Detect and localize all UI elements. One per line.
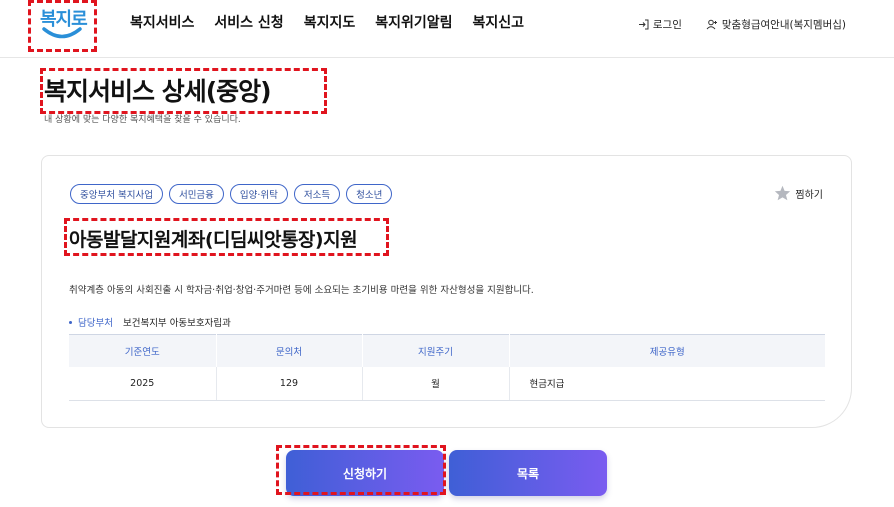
bookmark-label: 찜하기 [795,189,823,201]
department-label-text: 담당부처 [78,318,113,329]
nav-crisis-alert[interactable]: 복지위기알림 [375,12,452,32]
tag[interactable]: 저소득 [293,184,341,204]
page-title: 복지서비스 상세(중앙) [44,77,272,106]
table-cell: 월 [362,366,510,401]
department-info: 담당부처 보건복지부 아동보호자립과 [69,315,231,329]
table-header-row: 기준연도 문의처 지원주기 제공유형 [69,334,825,367]
nav-welfare-map[interactable]: 복지지도 [304,12,356,32]
bookmark-button[interactable]: 찜하기 [774,185,823,201]
site-header: 복지로 복지서비스 서비스 신청 복지지도 복지위기알림 복지신고 로그인 맞춤… [0,0,894,58]
apply-button[interactable]: 신청하기 [286,450,444,496]
service-detail-card: 중앙부처 복지사업 서민금융 입양·위탁 저소득 청소년 찜하기 아동발달지원계… [41,155,852,428]
tag[interactable]: 입양·위탁 [229,184,288,204]
nav-welfare-report[interactable]: 복지신고 [473,12,525,32]
service-title: 아동발달지원계좌(디딤씨앗통장)지원 [69,229,358,251]
table-cell: 129 [216,366,363,401]
star-icon [775,185,791,201]
department-label: 담당부처 [69,315,113,329]
login-label: 로그인 [652,19,682,31]
bullet-icon [69,320,72,324]
table-header: 제공유형 [509,334,825,367]
membership-label: 맞춤형급여안내(복지멤버십) [721,19,846,31]
department-value: 보건복지부 아동보호자립과 [122,318,231,329]
membership-link[interactable]: 맞춤형급여안내(복지멤버십) [706,17,846,32]
tag[interactable]: 중앙부처 복지사업 [70,184,163,204]
main-nav: 복지서비스 서비스 신청 복지지도 복지위기알림 복지신고 [130,12,524,32]
table-row: 2025 129 월 현금지급 [69,366,825,401]
service-info-table: 기준연도 문의처 지원주기 제공유형 2025 129 월 현금지급 [69,334,825,401]
nav-service-apply[interactable]: 서비스 신청 [214,12,283,32]
table-header: 지원주기 [362,334,510,367]
list-button[interactable]: 목록 [449,450,607,496]
service-description: 취약계층 아동의 사회진출 시 학자금·취업·창업·주거마련 등에 소요되는 초… [69,285,534,296]
table-header: 문의처 [216,334,363,367]
tag[interactable]: 청소년 [346,184,393,204]
logo[interactable]: 복지로 [28,2,96,52]
nav-welfare-services[interactable]: 복지서비스 [130,12,194,32]
login-icon [638,19,649,30]
tag[interactable]: 서민금융 [168,184,224,204]
user-add-icon [706,19,717,30]
page-subtitle: 내 상황에 맞는 다양한 복지혜택을 찾을 수 있습니다. [44,115,241,125]
table-header: 기준연도 [69,334,217,367]
utility-menu: 로그인 맞춤형급여안내(복지멤버십) [638,17,846,32]
login-link[interactable]: 로그인 [638,17,682,32]
logo-smile-icon [42,27,82,39]
tag-list: 중앙부처 복지사업 서민금융 입양·위탁 저소득 청소년 [70,184,393,204]
table-cell: 현금지급 [509,366,825,401]
table-cell: 2025 [69,366,217,401]
